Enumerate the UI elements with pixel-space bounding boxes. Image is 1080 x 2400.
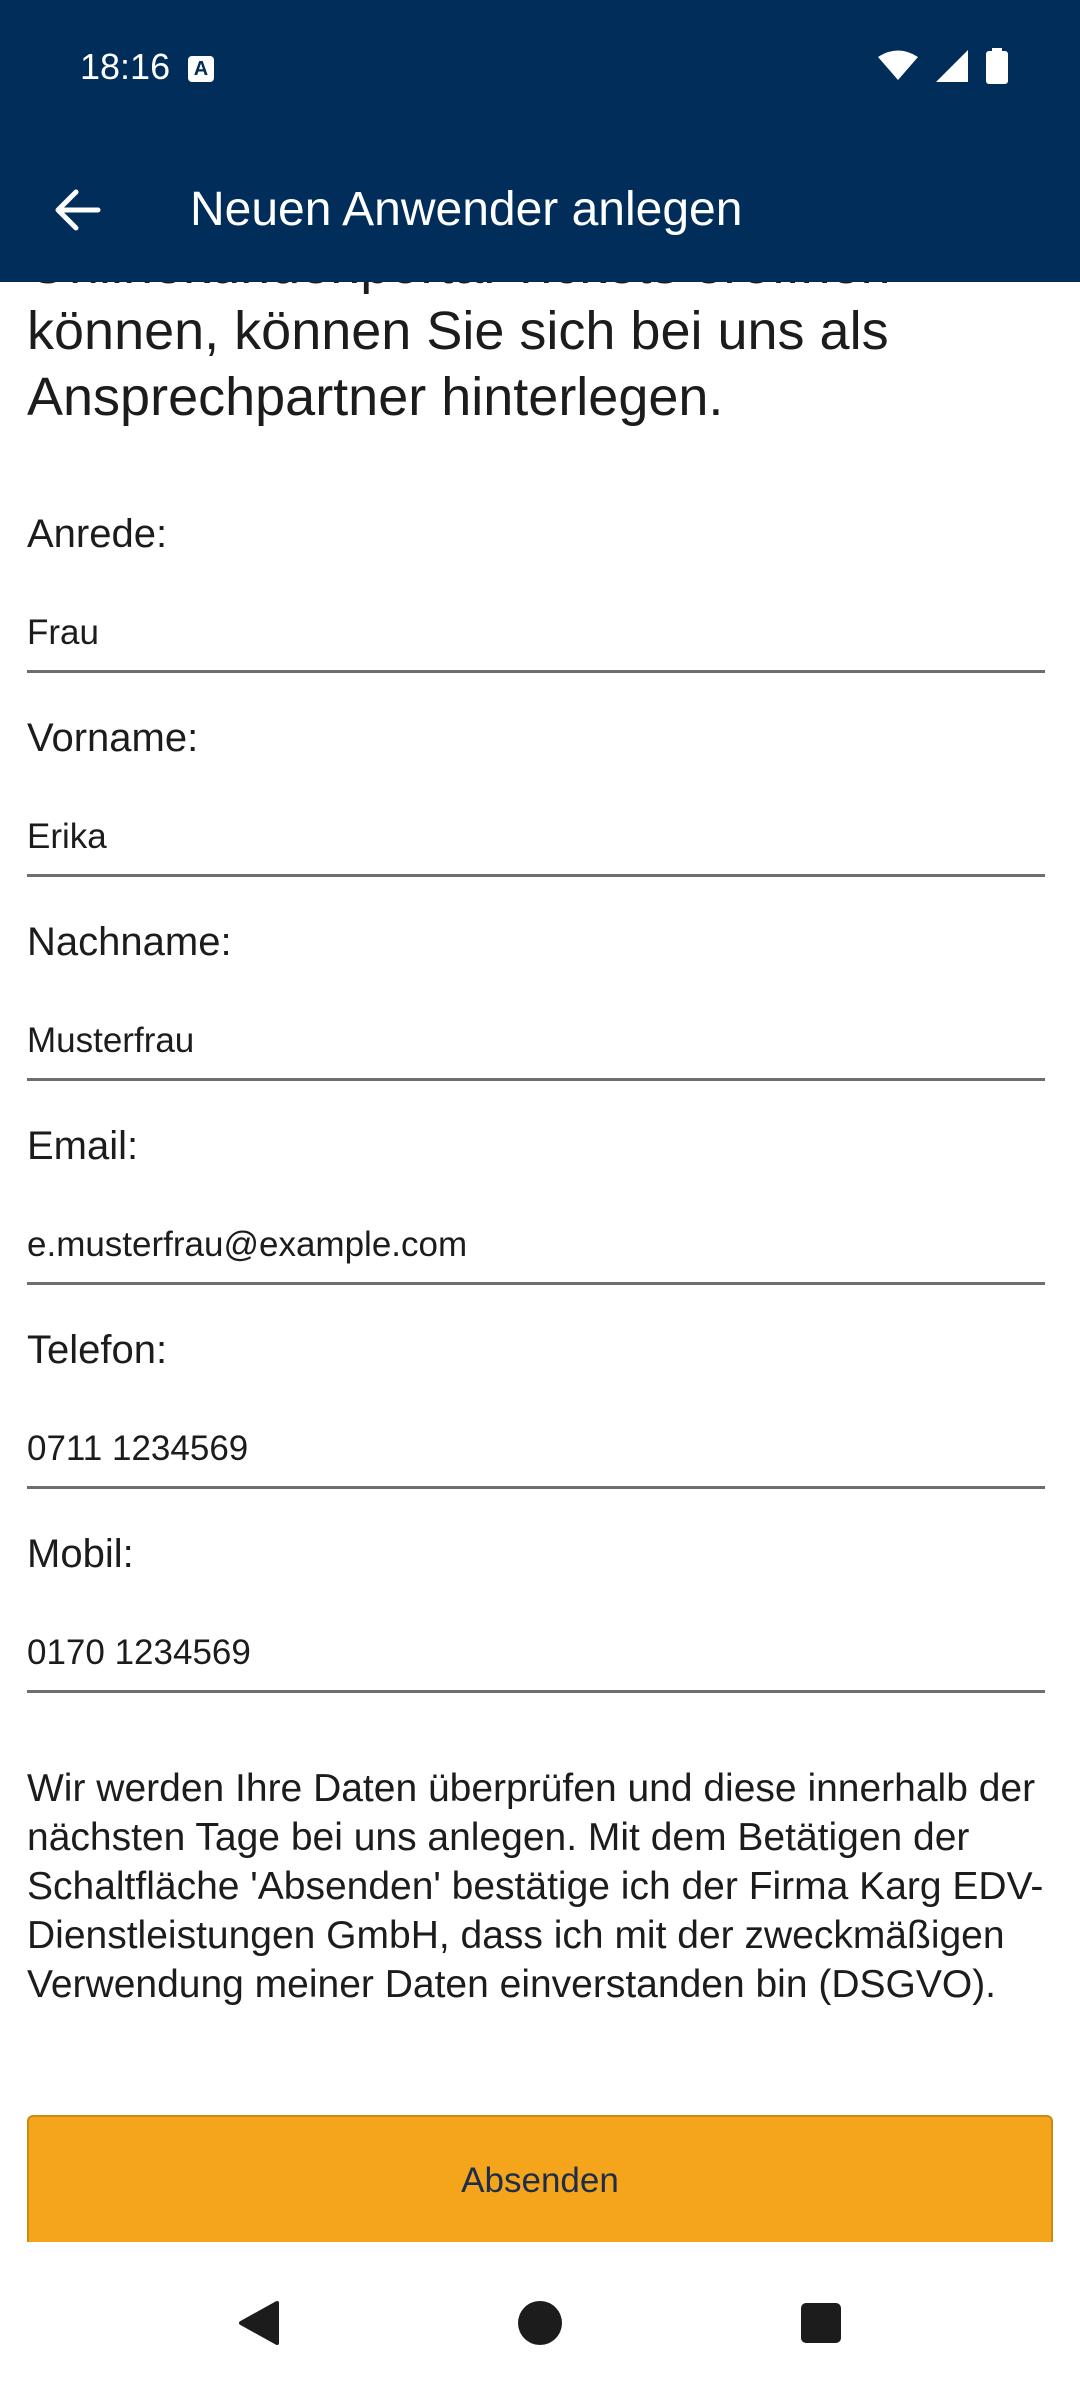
intro-text: Onlinekundenportal Tickets eröffnen könn… [27, 282, 891, 427]
nav-home-button[interactable] [495, 2278, 585, 2368]
recents-square-icon [801, 2303, 841, 2343]
email-field: Email: e.musterfrau@example.com [27, 1122, 1045, 1285]
home-circle-icon [518, 2301, 562, 2345]
submit-button[interactable]: Absenden [27, 2115, 1053, 2242]
last-name-input[interactable]: Musterfrau [27, 1016, 1045, 1081]
page-title: Neuen Anwender anlegen [190, 183, 743, 236]
phone-field: Telefon: 0711 1234569 [27, 1326, 1045, 1489]
mobile-input[interactable]: 0170 1234569 [27, 1628, 1045, 1693]
arrow-left-icon [55, 189, 101, 231]
mobile-label: Mobil: [27, 1532, 134, 1576]
salutation-input[interactable]: Frau [27, 608, 1045, 673]
status-time: 18:16 [80, 46, 171, 87]
phone-label: Telefon: [27, 1328, 168, 1372]
salutation-field: Anrede: Frau [27, 510, 1045, 673]
a-notification-icon: A [188, 56, 214, 82]
back-button[interactable] [36, 168, 120, 252]
signal-icon [936, 50, 968, 82]
last-name-label: Nachname: [27, 920, 232, 964]
app-bar: Neuen Anwender anlegen [0, 140, 1080, 282]
phone-input[interactable]: 0711 1234569 [27, 1424, 1045, 1489]
back-triangle-icon [239, 2301, 279, 2345]
first-name-field: Vorname: Erika [27, 714, 1045, 877]
status-bar: 18:16 A [0, 0, 1080, 140]
first-name-label: Vorname: [27, 716, 199, 760]
system-nav-bar [0, 2242, 1080, 2400]
email-label: Email: [27, 1124, 139, 1168]
nav-recents-button[interactable] [776, 2278, 866, 2368]
wifi-icon [878, 50, 918, 80]
first-name-input[interactable]: Erika [27, 812, 1045, 877]
nav-back-button[interactable] [214, 2278, 304, 2368]
mobile-field: Mobil: 0170 1234569 [27, 1530, 1045, 1693]
privacy-notice: Wir werden Ihre Daten überprüfen und die… [27, 1767, 1044, 2006]
email-input[interactable]: e.musterfrau@example.com [27, 1220, 1045, 1285]
form-content[interactable]: Onlinekundenportal Tickets eröffnen könn… [0, 282, 1080, 2242]
last-name-field: Nachname: Musterfrau [27, 918, 1045, 1081]
battery-icon [986, 48, 1008, 84]
salutation-label: Anrede: [27, 512, 168, 556]
status-icons [878, 48, 1008, 84]
